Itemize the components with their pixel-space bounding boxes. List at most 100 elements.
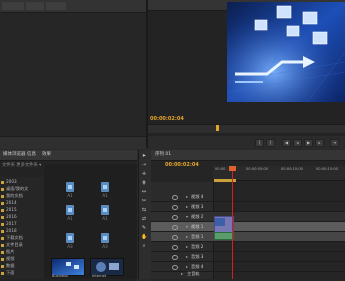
- folder-item[interactable]: 2015: [1, 207, 17, 212]
- track-row-video-2[interactable]: ▾ 视频 2: [151, 212, 345, 222]
- eye-icon[interactable]: [172, 205, 178, 210]
- rate-stretch-tool-icon[interactable]: ↔: [141, 190, 147, 195]
- folder-item[interactable]: 数据: [1, 263, 14, 269]
- pen-tool-icon[interactable]: ✎: [141, 226, 147, 231]
- zoom-tool-icon[interactable]: ⌕: [141, 244, 147, 249]
- folder-item[interactable]: 2014: [1, 200, 17, 205]
- slide-tool-icon[interactable]: ⇄: [141, 217, 147, 222]
- tab-media-browser[interactable]: 媒体浏览器: [3, 151, 26, 157]
- folder-tree[interactable]: 2003 桌面/我的文 我的文档 2014 2015 2016 2017 201…: [0, 177, 44, 279]
- source-tab[interactable]: [2, 2, 24, 10]
- source-tab-bar[interactable]: [0, 0, 146, 13]
- ruler-tick: 00:00: [215, 167, 226, 171]
- speaker-icon[interactable]: [172, 255, 178, 260]
- media-file-item[interactable]: A1: [90, 182, 120, 198]
- media-file-item[interactable]: A3: [55, 233, 85, 249]
- eye-icon[interactable]: [172, 225, 178, 230]
- razor-tool-icon[interactable]: ✂: [141, 199, 147, 204]
- folder-item[interactable]: 下载文档: [1, 235, 23, 241]
- media-file-item[interactable]: A1: [90, 205, 120, 221]
- audio-clip[interactable]: [214, 232, 234, 240]
- media-file-item[interactable]: A1: [55, 205, 85, 221]
- media-file-item[interactable]: A3: [90, 233, 120, 249]
- timeline-timecode[interactable]: 00:00:02:04: [165, 162, 199, 168]
- chevron-right-icon[interactable]: ▸: [186, 234, 188, 239]
- chevron-right-icon[interactable]: ▸: [186, 194, 188, 199]
- hand-tool-icon[interactable]: ✋: [141, 235, 147, 240]
- media-file-icon: [66, 205, 74, 215]
- program-timecode[interactable]: 00:00:02:04: [150, 116, 184, 122]
- slip-tool-icon[interactable]: ⇆: [141, 208, 147, 213]
- eye-icon[interactable]: [172, 195, 178, 200]
- folder-path-row[interactable]: 文件夹 更多文件夹 ▾: [2, 162, 41, 168]
- ripple-edit-tool-icon[interactable]: ✛: [141, 172, 147, 177]
- rolling-edit-tool-icon[interactable]: ⋕: [141, 181, 147, 186]
- folder-item[interactable]: 文件目录: [1, 242, 23, 248]
- tab-effects[interactable]: 效果: [42, 151, 51, 157]
- chevron-right-icon[interactable]: ▸: [186, 204, 188, 209]
- chevron-right-icon[interactable]: ▸: [186, 254, 188, 259]
- folder-item[interactable]: 2016: [1, 214, 17, 219]
- selection-tool-icon[interactable]: ➤: [141, 154, 147, 159]
- chevron-right-icon[interactable]: ▸: [181, 271, 183, 276]
- folder-item[interactable]: 2018: [1, 228, 17, 233]
- ruler-tick: 00:00:10:00: [281, 167, 303, 171]
- audio-mixer-tab[interactable]: [46, 2, 66, 10]
- media-file-icon: [66, 182, 74, 192]
- mark-out-button[interactable]: }: [266, 139, 275, 147]
- path-dropdown[interactable]: 更多文件夹: [16, 163, 37, 168]
- source-controls-bar: [0, 136, 146, 149]
- speaker-icon[interactable]: [172, 245, 178, 250]
- lift-button[interactable]: ⇥: [330, 139, 339, 147]
- folder-item[interactable]: 桌面/我的文: [1, 186, 28, 192]
- media-file-item[interactable]: A1: [55, 182, 85, 198]
- track-row-video-3[interactable]: ▸ 视频 3: [151, 202, 345, 212]
- play-button[interactable]: ▶: [304, 139, 313, 147]
- media-file-icon: [66, 233, 74, 243]
- folder-item[interactable]: 我的文档: [1, 193, 23, 199]
- speaker-icon[interactable]: [172, 235, 178, 240]
- ruler-tick: 00:00:05:00: [246, 167, 268, 171]
- ruler-tick: 00:00:15:00: [316, 167, 338, 171]
- chevron-right-icon[interactable]: ▸: [186, 244, 188, 249]
- step-forward-button[interactable]: ▸: [315, 139, 324, 147]
- timeline-tab-bar[interactable]: 序列 01: [151, 150, 345, 161]
- folder-item[interactable]: 视频: [1, 256, 14, 262]
- source-monitor-panel: [0, 0, 148, 148]
- clip-thumbnail: [215, 218, 225, 226]
- track-row-audio-2[interactable]: ▸ 音频 2: [151, 242, 345, 252]
- step-back-button[interactable]: ◀: [282, 139, 291, 147]
- chevron-down-icon[interactable]: ▾: [186, 214, 188, 219]
- mark-in-button[interactable]: {: [255, 139, 264, 147]
- folder-item[interactable]: 下面: [1, 270, 14, 276]
- chevron-right-icon[interactable]: ▸: [186, 264, 188, 269]
- tab-sequence[interactable]: 序列 01: [155, 151, 171, 157]
- path-label: 文件夹: [2, 163, 15, 168]
- tools-panel: [138, 150, 152, 279]
- thumbnail-label: Business: [52, 274, 68, 278]
- thumbnail-label: Internet: [92, 274, 107, 278]
- media-file-icon: [101, 233, 109, 243]
- step-back-one-frame-button[interactable]: ◂: [293, 139, 302, 147]
- eye-icon[interactable]: [172, 215, 178, 220]
- program-playhead[interactable]: [216, 125, 219, 131]
- track-row-video-1[interactable]: ▾ 视频 1: [151, 222, 345, 232]
- program-video-frame: [227, 2, 345, 102]
- track-row-master[interactable]: ▸ 主音轨: [151, 270, 345, 278]
- track-row-audio-1[interactable]: ▸ 音频 1: [151, 232, 345, 242]
- timeline-playhead-handle[interactable]: [229, 166, 236, 171]
- folder-item[interactable]: 2017: [1, 221, 17, 226]
- chevron-down-icon[interactable]: ▾: [39, 163, 41, 168]
- program-time-ruler[interactable]: [148, 124, 345, 133]
- timeline-playhead-line[interactable]: [232, 166, 233, 279]
- media-file-icon: [101, 182, 109, 192]
- track-row-video-4[interactable]: ▸ 视频 4: [151, 192, 345, 202]
- folder-item[interactable]: 图片: [1, 249, 14, 255]
- tab-info[interactable]: 信息: [27, 151, 36, 157]
- media-file-icon: [101, 205, 109, 215]
- track-row-audio-3[interactable]: ▸ 音频 3: [151, 252, 345, 262]
- chevron-down-icon[interactable]: ▾: [186, 224, 188, 229]
- track-select-tool-icon[interactable]: ⇢: [141, 163, 147, 168]
- effect-controls-tab[interactable]: [26, 2, 44, 10]
- folder-item[interactable]: 2003: [1, 179, 17, 184]
